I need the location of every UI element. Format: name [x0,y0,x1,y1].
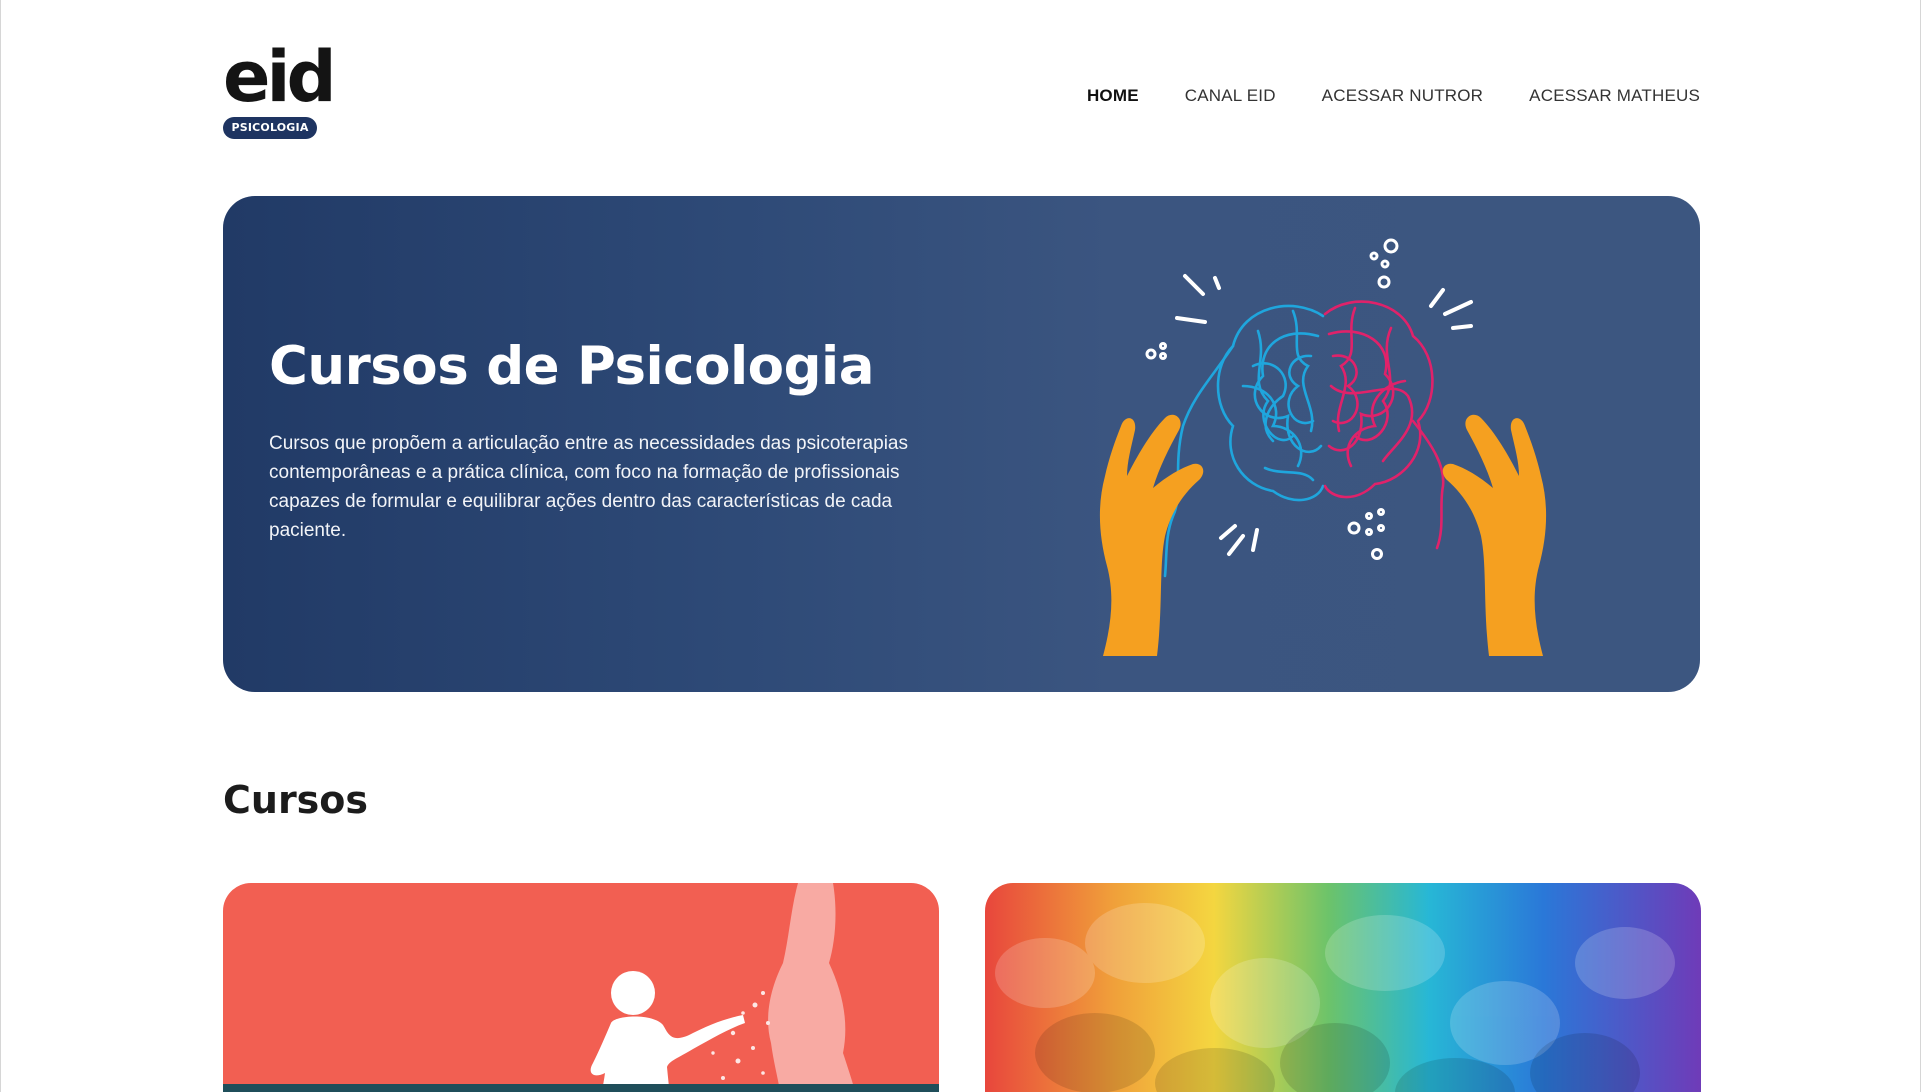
window-border-left [0,0,1,1092]
right-hand [1442,414,1547,656]
logo-wordmark: eid [223,36,337,118]
page: eid PSICOLOGIA HOME CANAL EID ACESSAR NU… [0,0,1921,1092]
eid-logo[interactable]: eid PSICOLOGIA [223,42,337,140]
brain-hands-illustration [1099,238,1547,656]
sparkle-marks [1175,274,1473,556]
hero-title: Cursos de Psicologia [269,336,874,397]
nav-acessar-matheus[interactable]: ACESSAR MATHEUS [1529,86,1700,106]
card-strip [223,1084,939,1092]
color-smoke-image [995,903,1675,1092]
nav-canal-eid[interactable]: CANAL EID [1185,86,1276,106]
hero-banner: Cursos de Psicologia Cursos que propõem … [223,196,1700,692]
dispersing-figure [711,883,856,1092]
courses-section-title: Cursos [223,778,369,822]
left-hand [1099,414,1204,656]
hero-description: Cursos que propõem a articulação entre a… [269,433,908,541]
child-silhouette [590,971,745,1092]
nav-acessar-nutror[interactable]: ACESSAR NUTROR [1322,86,1484,106]
course-card-1[interactable] [223,883,939,1092]
nav-home[interactable]: HOME [1087,86,1139,106]
main-nav: HOME CANAL EID ACESSAR NUTROR ACESSAR MA… [1087,86,1700,106]
logo-tag: PSICOLOGIA [223,117,317,139]
course-card-2[interactable] [985,883,1701,1092]
child-silhouette-image [590,883,856,1092]
